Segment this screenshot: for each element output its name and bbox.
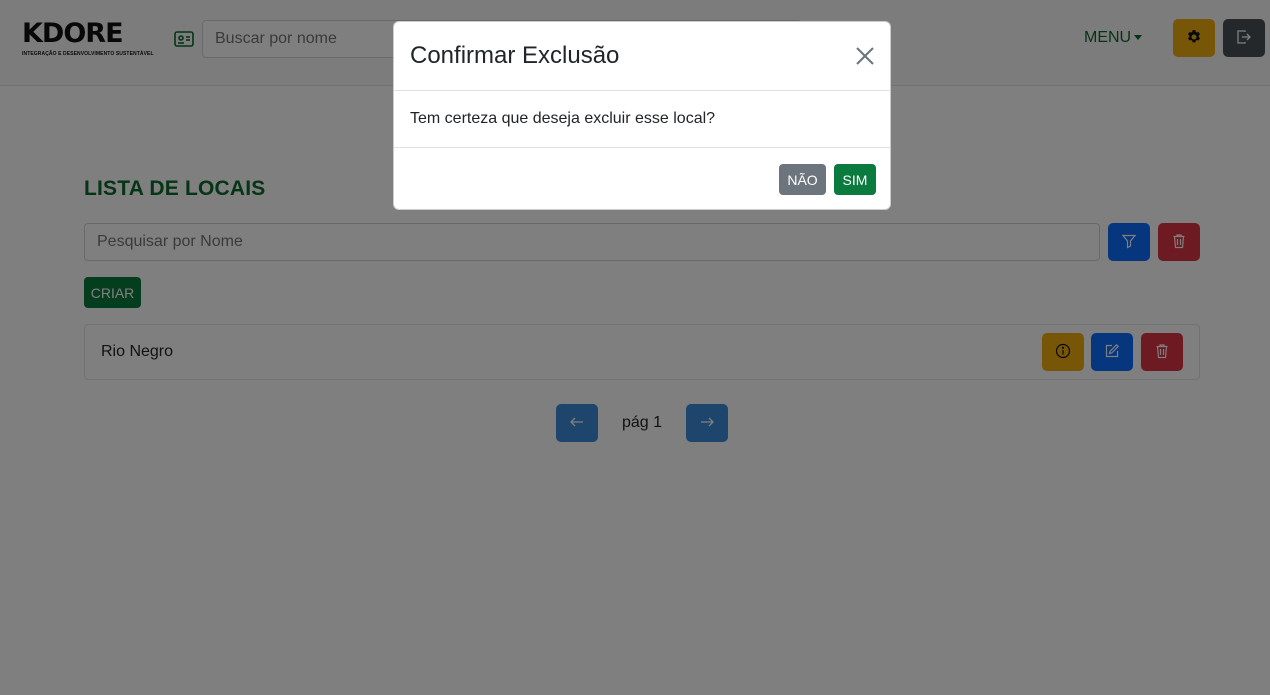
modal-close-button[interactable] xyxy=(854,45,876,67)
modal-body: Tem certeza que deseja excluir esse loca… xyxy=(394,91,890,148)
confirm-delete-modal: Confirmar Exclusão Tem certeza que desej… xyxy=(393,21,891,210)
close-icon xyxy=(854,47,876,70)
no-button[interactable]: NÃO xyxy=(779,164,826,195)
modal-title: Confirmar Exclusão xyxy=(410,42,620,69)
yes-button[interactable]: SIM xyxy=(834,164,876,195)
modal-header: Confirmar Exclusão xyxy=(394,22,890,91)
modal-message: Tem certeza que deseja excluir esse loca… xyxy=(410,110,716,127)
modal-footer: NÃO SIM xyxy=(394,148,890,210)
